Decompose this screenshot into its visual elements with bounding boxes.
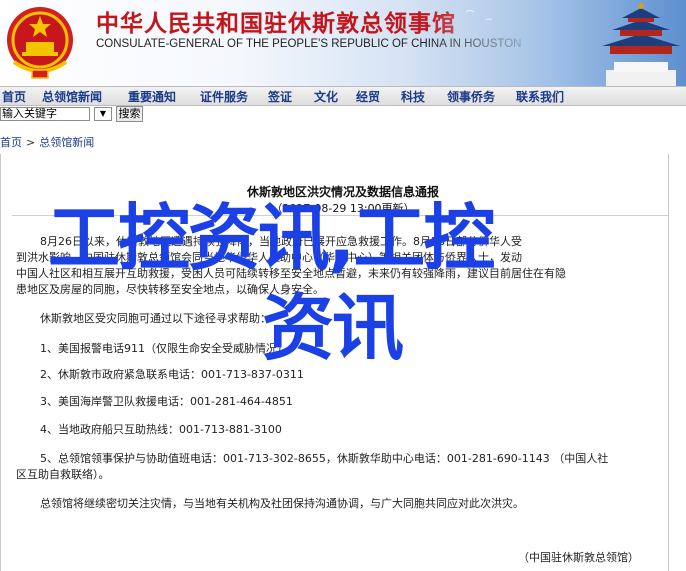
breadcrumb-separator: > (26, 136, 36, 149)
site-title-cn: 中华人民共和国驻休斯敦总领事馆 (96, 10, 456, 37)
list-item: 4、当地政府船只互助热线：001-713-881-3100 (40, 423, 282, 436)
breadcrumb-news[interactable]: 总领馆新闻 (39, 136, 94, 149)
search-button[interactable]: 搜索 (116, 106, 143, 122)
nav-item-notices[interactable]: 重要通知 (128, 88, 176, 105)
content-border-right (668, 154, 669, 571)
nav-item-culture[interactable]: 文化 (314, 88, 338, 105)
list-item: 3、美国海岸警卫队救援电话：001-281-464-4851 (40, 395, 293, 408)
article-closing: 总领馆将继续密切关注灾情，与当地有关机构及社团保持沟通协调，与广大同胞共同应对此… (40, 497, 524, 510)
article-paragraph: 休斯敦地区受灾同胞可通过以下途径寻求帮助： (40, 312, 271, 325)
nav-item-trade[interactable]: 经贸 (356, 88, 380, 105)
nav-item-documents[interactable]: 证件服务 (200, 88, 248, 105)
search-scope-dropdown[interactable]: ▼ (94, 107, 112, 121)
search-input[interactable]: 输入关键字 (0, 107, 90, 121)
nav-item-visa[interactable]: 签证 (268, 88, 292, 105)
nav-item-home[interactable]: 首页 (2, 88, 26, 105)
watermark-text: 工控资讯,工控 (48, 196, 495, 280)
main-nav: 首页 总领馆新闻 重要通知 证件服务 签证 文化 经贸 科技 领事侨务 联系我们 (0, 86, 686, 106)
nav-item-consular[interactable]: 领事侨务 (447, 88, 495, 105)
list-item: 5、总领馆领事保护与协助值班电话：001-713-302-8655，休斯敦华助中… (40, 452, 609, 465)
content-border-left (0, 154, 1, 571)
search-bar: 输入关键字 ▼ 搜索 (0, 106, 300, 124)
national-emblem-icon (7, 7, 73, 79)
list-item: 区互助自救联络）。 (16, 468, 110, 481)
nav-item-contact[interactable]: 联系我们 (516, 88, 564, 105)
nav-item-news[interactable]: 总领馆新闻 (42, 88, 102, 105)
article-signature: （中国驻休斯敦总领馆） (518, 551, 639, 564)
breadcrumb-home[interactable]: 首页 (0, 136, 22, 149)
temple-of-heaven-image (426, 0, 686, 86)
watermark-text: 资讯 (262, 286, 404, 370)
chevron-down-icon: ▼ (99, 109, 107, 118)
nav-item-technology[interactable]: 科技 (401, 88, 425, 105)
list-item: 1、美国报警电话911（仅限生命安全受威胁情况） (40, 342, 288, 355)
breadcrumb: 首页 > 总领馆新闻 (0, 134, 94, 150)
header-banner: 中华人民共和国驻休斯敦总领事馆 CONSULATE-GENERAL OF THE… (0, 0, 686, 86)
